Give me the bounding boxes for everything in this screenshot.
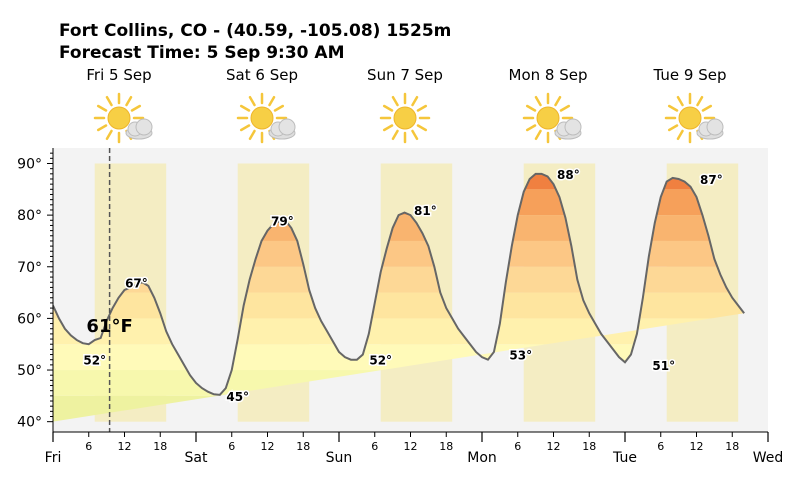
sun-ray xyxy=(239,104,251,112)
sun-ray xyxy=(96,124,108,132)
sun-disc xyxy=(393,106,417,130)
cloud-puff xyxy=(564,118,582,136)
hour-tick-label: 12 xyxy=(261,440,275,453)
y-tick-label: 90° xyxy=(17,156,42,172)
day-tick-label: Wed xyxy=(753,450,784,466)
temperature-annotation: 88° xyxy=(557,168,580,182)
current-temperature-label: 61°F xyxy=(86,316,132,337)
hour-tick-label: 6 xyxy=(228,440,235,453)
hour-tick-label: 6 xyxy=(85,440,92,453)
sun-ray xyxy=(525,104,537,112)
sun-ray xyxy=(416,104,428,112)
sun-ray xyxy=(554,95,562,107)
sun-ray xyxy=(273,104,285,112)
y-tick-label: 80° xyxy=(17,208,42,224)
sun-ray xyxy=(701,104,713,112)
hour-tick-label: 18 xyxy=(439,440,453,453)
hour-tick-label: 12 xyxy=(690,440,704,453)
day-tick-label: Mon xyxy=(467,450,497,466)
temperature-annotation: 51° xyxy=(652,359,675,373)
sun-ray xyxy=(525,124,537,132)
day-tick-label: Sat xyxy=(185,450,208,466)
hour-tick-label: 18 xyxy=(582,440,596,453)
partly-sunny-icon xyxy=(664,92,724,144)
partly-sunny-icon xyxy=(522,92,582,144)
sun-ray xyxy=(130,104,142,112)
day-tick-label: Tue xyxy=(612,450,637,466)
sun-ray xyxy=(676,129,684,141)
sun-ray xyxy=(268,95,276,107)
temperature-annotation: 53° xyxy=(509,349,532,363)
sun-ray xyxy=(559,104,571,112)
sun-disc xyxy=(678,106,702,130)
temperature-annotation: 87° xyxy=(700,173,723,187)
sun-ray xyxy=(382,104,394,112)
sun-ray xyxy=(534,129,542,141)
hour-tick-label: 18 xyxy=(153,440,167,453)
hour-tick-label: 18 xyxy=(296,440,310,453)
temperature-annotation: 52° xyxy=(83,354,106,368)
sun-ray xyxy=(239,124,251,132)
cloud-puff xyxy=(135,118,153,136)
partly-sunny-icon xyxy=(236,92,296,144)
sun-ray xyxy=(248,129,256,141)
sun-ray xyxy=(105,129,113,141)
y-tick-label: 60° xyxy=(17,311,42,327)
y-tick-label: 70° xyxy=(17,260,42,276)
sun-disc xyxy=(250,106,274,130)
day-tick-label: Sun xyxy=(326,450,353,466)
sun-ray xyxy=(534,95,542,107)
sun-ray xyxy=(667,104,679,112)
sun-ray xyxy=(382,124,394,132)
sun-ray xyxy=(125,95,133,107)
sun-ray xyxy=(667,124,679,132)
temperature-annotation: 45° xyxy=(226,390,249,404)
sun-ray xyxy=(391,129,399,141)
temperature-annotation: 52° xyxy=(369,354,392,368)
sun-ray xyxy=(105,95,113,107)
hour-tick-label: 18 xyxy=(725,440,739,453)
sun-ray xyxy=(416,124,428,132)
sun-disc xyxy=(107,106,131,130)
sun-ray xyxy=(411,129,419,141)
hour-tick-label: 6 xyxy=(514,440,521,453)
cloud-puff xyxy=(706,118,724,136)
sun-ray xyxy=(411,95,419,107)
sunny-icon xyxy=(379,92,431,144)
y-tick-label: 50° xyxy=(17,363,42,379)
sun-ray xyxy=(696,95,704,107)
partly-sunny-icon xyxy=(93,92,153,144)
temperature-annotation: 79° xyxy=(271,214,294,228)
hour-tick-label: 6 xyxy=(371,440,378,453)
sun-ray xyxy=(391,95,399,107)
temperature-chart: 61°F 40° 50° 60° 70° 80° 90° Fri 6 12 18 Sat 6 12 18 Su… xyxy=(17,92,784,466)
hour-tick-label: 12 xyxy=(118,440,132,453)
sun-ray xyxy=(96,104,108,112)
sun-ray xyxy=(248,95,256,107)
day-tick-label: Fri xyxy=(45,450,62,466)
hour-tick-label: 12 xyxy=(547,440,561,453)
hour-tick-label: 6 xyxy=(657,440,664,453)
hour-tick-label: 12 xyxy=(404,440,418,453)
sun-disc xyxy=(536,106,560,130)
temperature-annotation: 67° xyxy=(125,276,148,290)
sun-ray xyxy=(676,95,684,107)
cloud-puff xyxy=(278,118,296,136)
y-tick-label: 40° xyxy=(17,415,42,431)
temperature-annotation: 81° xyxy=(414,204,437,218)
